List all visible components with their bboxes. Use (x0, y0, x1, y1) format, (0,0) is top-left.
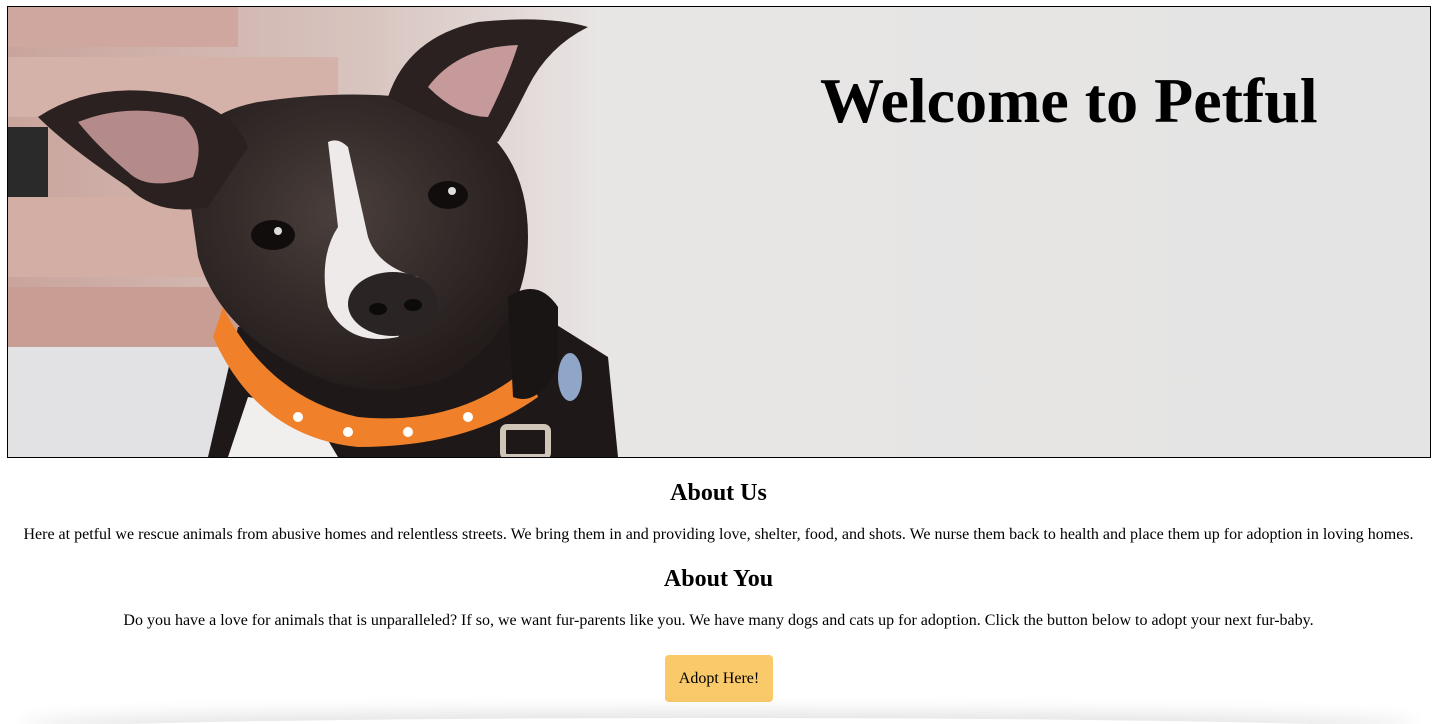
about-you-heading: About You (663, 566, 774, 592)
about-us-heading: About Us (670, 480, 767, 506)
bottom-shadow (20, 718, 1417, 724)
page-title: Welcome to Petful (820, 65, 1318, 136)
about-us-text: Here at petful we rescue animals from ab… (23, 526, 1414, 543)
about-you-text: Do you have a love for animals that is u… (123, 612, 1314, 629)
hero-banner: Welcome to Petful (7, 6, 1431, 458)
adopt-button[interactable]: Adopt Here! (665, 655, 773, 702)
page: Welcome to Petful About Us Here at petfu… (0, 0, 1437, 724)
